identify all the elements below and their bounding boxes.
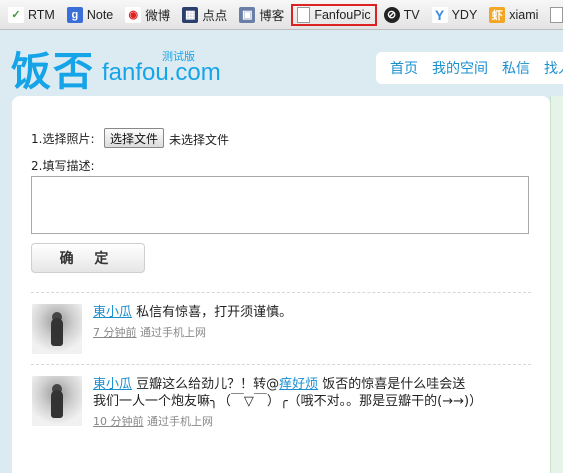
- bookmark-label: 博客: [259, 9, 285, 23]
- rtm-icon: ✓: [8, 6, 24, 23]
- ydy-icon: Y: [431, 6, 448, 23]
- status-via: 通过手机上网: [147, 415, 213, 428]
- status-text: 私信有惊喜，打开须谨慎。: [132, 305, 293, 320]
- main-panel: 1.选择照片: 选择文件 未选择文件 2.填写描述: 确 定 東小瓜 私信有惊喜…: [12, 96, 550, 473]
- status-mention[interactable]: 痒好烦: [279, 377, 318, 392]
- bookmark-tv[interactable]: ⊘ TV: [379, 4, 425, 26]
- diandian-icon: ▦: [182, 6, 199, 23]
- status-meta: 7 分钟前 通过手机上网: [93, 324, 493, 341]
- status-via: 通过手机上网: [140, 326, 206, 339]
- tv-icon: ⊘: [383, 6, 400, 23]
- status-time[interactable]: 7 分钟前: [93, 326, 137, 339]
- bookmark-rtm[interactable]: ✓ RTM: [3, 4, 60, 26]
- bookmark-xiami[interactable]: 虾 xiami: [484, 4, 543, 26]
- bookmark-label: RTM: [28, 7, 55, 22]
- bookmark-more[interactable]: [545, 4, 563, 26]
- status-time[interactable]: 10 分钟前: [93, 415, 144, 428]
- file-status: 未选择文件: [169, 133, 230, 147]
- avatar[interactable]: [32, 376, 82, 426]
- bookmark-label: TV: [403, 7, 420, 22]
- bookmark-label: FanfouPic: [314, 7, 371, 22]
- bookmark-label: Note: [86, 7, 114, 22]
- logo-chinese[interactable]: 饭否: [11, 39, 95, 97]
- sidebar-edge: [550, 96, 563, 473]
- status-author[interactable]: 東小瓜: [93, 305, 132, 320]
- blog-icon: ▣: [239, 6, 256, 23]
- choose-file-button[interactable]: 选择文件: [104, 128, 165, 148]
- avatar-figure-body: [51, 318, 63, 346]
- bookmark-label: 微博: [145, 9, 171, 23]
- xiami-icon: 虾: [489, 6, 506, 23]
- status-author[interactable]: 東小瓜: [93, 377, 132, 392]
- bookmark-blog[interactable]: ▣ 博客: [234, 4, 289, 26]
- nav-messages[interactable]: 私信: [502, 58, 530, 78]
- nav-my-space[interactable]: 我的空间: [432, 58, 488, 78]
- site-header: 饭否 测试版 fanfou.com 首页 我的空间 私信 找人: [0, 31, 563, 96]
- nav-find-people[interactable]: 找人: [544, 58, 563, 78]
- weibo-icon: ◉: [125, 6, 142, 23]
- confirm-button[interactable]: 确 定: [31, 243, 145, 273]
- page-icon: [297, 6, 311, 23]
- divider: [31, 292, 531, 293]
- status-content: 東小瓜 私信有惊喜，打开须谨慎。 7 分钟前 通过手机上网: [93, 304, 493, 341]
- avatar[interactable]: [32, 304, 82, 354]
- avatar-figure-body: [51, 390, 63, 418]
- status-content: 東小瓜 豆瓣这么给劲儿？！转@痒好烦 饭否的惊喜是什么哇会送我们一人一个炮友嘛╮…: [93, 376, 482, 430]
- main-nav: 首页 我的空间 私信 找人: [376, 52, 563, 84]
- status-meta: 10 分钟前 通过手机上网: [93, 413, 478, 430]
- status-text: 豆瓣这么给劲儿？！转@: [132, 377, 280, 392]
- select-photo-label: 1.选择照片:: [31, 132, 95, 146]
- bookmark-label: 点点: [202, 9, 228, 23]
- nav-home[interactable]: 首页: [390, 58, 418, 78]
- bookmark-label: xiami: [509, 7, 539, 22]
- logo-english[interactable]: fanfou.com: [102, 59, 221, 87]
- divider: [31, 364, 531, 365]
- bookmark-diandian[interactable]: ▦ 点点: [177, 4, 232, 26]
- description-input[interactable]: [31, 176, 529, 234]
- bookmark-fanfoupic[interactable]: FanfouPic: [291, 3, 377, 26]
- bookmark-ydy[interactable]: Y YDY: [427, 4, 483, 26]
- bookmark-note[interactable]: g Note: [62, 4, 118, 26]
- google-note-icon: g: [66, 6, 83, 23]
- bookmark-weibo[interactable]: ◉ 微博: [120, 4, 175, 26]
- page-icon: [550, 6, 563, 23]
- description-label: 2.填写描述:: [31, 159, 95, 173]
- bookmarks-bar: ✓ RTM g Note ◉ 微博 ▦ 点点 ▣ 博客 FanfouPic ⊘ …: [0, 0, 563, 30]
- bookmark-label: YDY: [451, 7, 478, 22]
